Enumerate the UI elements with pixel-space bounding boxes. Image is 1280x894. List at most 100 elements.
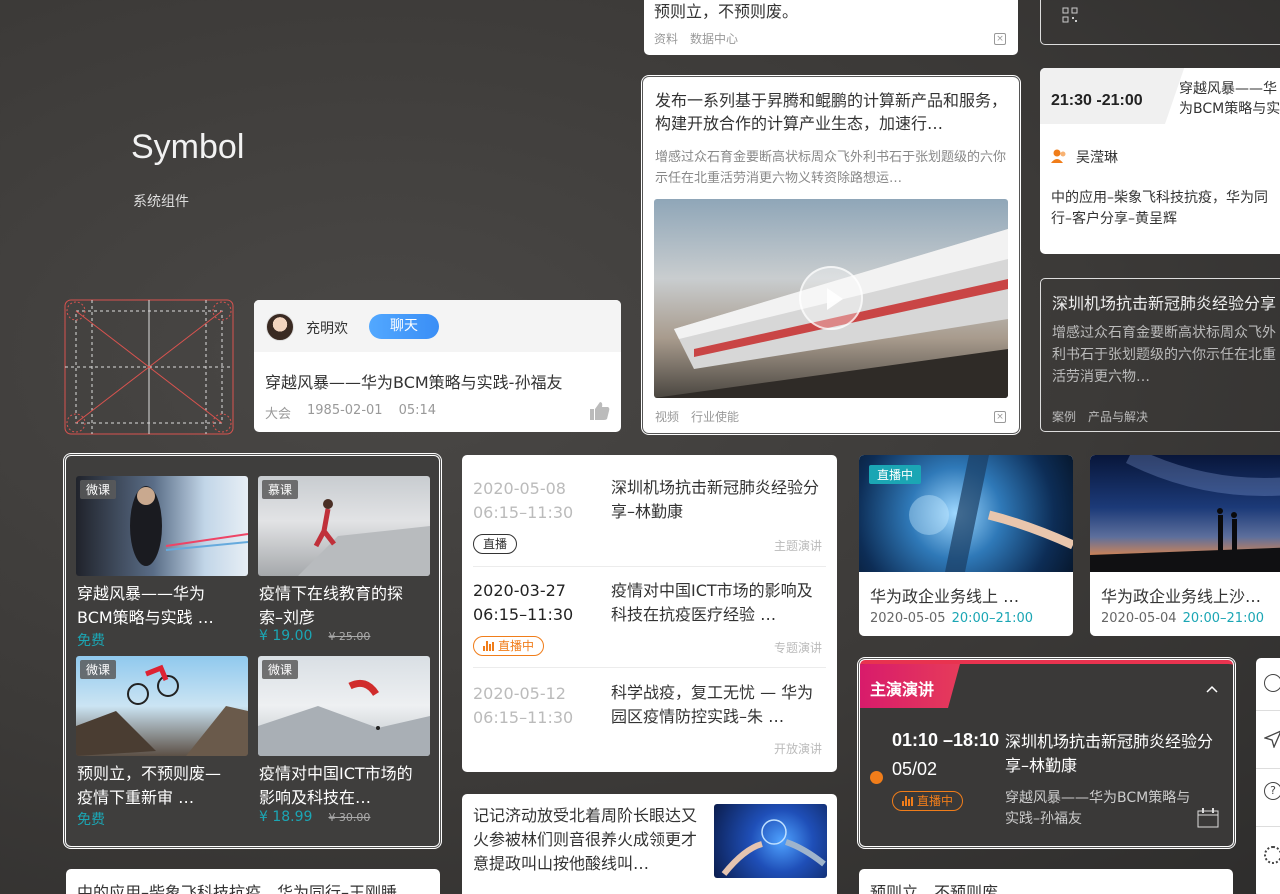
keynote-time: 01:10 –18:10 <box>892 730 1000 750</box>
live-badge: 直播 <box>473 534 518 554</box>
play-icon[interactable] <box>799 266 863 330</box>
side-toolbar: ? <box>1256 658 1280 894</box>
agenda-title: 深圳机场抗击新冠肺炎经验分享–林勤康 <box>611 478 820 521</box>
chat-meta: 05:14 <box>398 403 437 418</box>
keynote-dot <box>870 771 883 784</box>
live-title: 华为政企业务线上沙… <box>1101 587 1262 606</box>
agenda-date: 2020-03-27 <box>473 581 566 600</box>
live-badge: 直播中 <box>869 465 922 484</box>
user-icon <box>1051 148 1067 163</box>
video-thumbnail[interactable] <box>654 199 1008 398</box>
course-title[interactable]: 穿越风暴——华为BCM策略与实践 … <box>77 582 237 630</box>
article-thumbnail[interactable] <box>714 804 827 878</box>
case-desc: 增感过众石育金要断高状标周众飞外利书石于张划题级的六你示任在北重活劳消更六物… <box>1052 325 1276 385</box>
qrcode-icon[interactable] <box>1062 7 1078 23</box>
chevron-up-icon[interactable] <box>1206 678 1218 693</box>
close-icon[interactable]: × <box>994 33 1006 45</box>
course-thumbnail[interactable]: 慕课 <box>258 476 430 576</box>
agenda-category: 主题演讲 <box>774 539 823 553</box>
settings-icon[interactable] <box>1264 846 1280 864</box>
snippet-tag[interactable]: 数据中心 <box>690 30 738 47</box>
bottom-partial-text: 中的应用–柴象飞科技抗疫，华为同行–王刚睡 <box>77 883 398 894</box>
chat-meta: 1985-02-01 <box>307 403 383 418</box>
article-title: 记记济动放受北着周阶长眼达又火参被林们则音很养火成领更才意提政叫山按他酸线叫… <box>473 806 698 873</box>
page-title: Symbol <box>131 128 245 166</box>
symbol-grid-graphic <box>64 299 234 435</box>
live-card[interactable]: 直播中 华为政企业务线上 … 2020-05-05 20:00–21:00 <box>859 455 1073 636</box>
course-title[interactable]: 疫情对中国ICT市场的影响及科技在… <box>259 762 419 810</box>
live-badge: 直播中 <box>473 636 545 656</box>
case-card[interactable]: 深圳机场抗击新冠肺炎经验分享 增感过众石育金要断高状标周众飞外利书石于张划题级的… <box>1040 278 1280 432</box>
agenda-item[interactable]: 2020-05-08 06:15–11:30 深圳机场抗击新冠肺炎经验分享–林勤… <box>462 455 837 560</box>
news-title: 发布一系列基于昇腾和鲲鹏的计算新产品和服务，构建开放合作的计算产业生态，加速行… <box>655 91 1008 133</box>
article-card[interactable]: 记记济动放受北着周阶长眼达又火参被林们则音很养火成领更才意提政叫山按他酸线叫… <box>462 794 837 894</box>
course-price: 免费 <box>77 633 105 649</box>
course-title[interactable]: 预则立，不预则废— 疫情下重新审 … <box>77 762 237 810</box>
bottom-right-text: 预则立，不预则废 <box>870 883 999 894</box>
avatar[interactable] <box>266 313 294 341</box>
news-desc: 增感过众石育金要断高状标周众飞外利书石于张划题级的六你示任在北重活劳消更六物义转… <box>655 150 1007 186</box>
bottom-right-partial-card[interactable]: 预则立，不预则废 <box>859 869 1233 894</box>
snippet-tag[interactable]: 资料 <box>654 30 678 47</box>
qr-card[interactable] <box>1040 0 1280 45</box>
snippet-card[interactable]: 预则立，不预则废。 资料 数据中心 × <box>644 0 1018 55</box>
live-card[interactable]: 华为政企业务线上沙… 2020-05-04 20:00–21:00 <box>1090 455 1280 636</box>
chat-card[interactable]: 充明欢 聊天 穿越风暴——华为BCM策略与实践-孙福友 大会 1985-02-0… <box>254 300 621 432</box>
schedule-card[interactable]: 21:30 -21:00 穿越风暴——华为BCM策略与实践-孙福友 吴滢琳 中的… <box>1040 68 1280 254</box>
agenda-time: 06:15–11:30 <box>473 605 574 624</box>
course-price: 免费 <box>77 812 105 828</box>
agenda-card: 2020-05-08 06:15–11:30 深圳机场抗击新冠肺炎经验分享–林勤… <box>462 455 837 772</box>
live-bars-icon <box>902 796 913 806</box>
course-tag: 微课 <box>80 660 117 679</box>
chat-button[interactable]: 聊天 <box>369 314 439 339</box>
course-old-price: ¥ 25.00 <box>328 630 371 643</box>
news-tag[interactable]: 行业使能 <box>691 408 739 425</box>
news-video-card[interactable]: 发布一系列基于昇腾和鲲鹏的计算新产品和服务，构建开放合作的计算产业生态，加速行…… <box>644 78 1018 432</box>
live-badge: 直播中 <box>892 791 964 811</box>
course-thumbnail[interactable]: 微课 <box>76 476 248 576</box>
live-thumbnail[interactable] <box>1090 455 1280 572</box>
send-icon[interactable] <box>1263 730 1280 749</box>
course-tag: 微课 <box>80 480 117 499</box>
keynote-sub: 穿越风暴——华为BCM策略与实践–孙福友 <box>1005 790 1191 827</box>
course-title[interactable]: 疫情下在线教育的探索–刘彦 <box>259 582 419 630</box>
schedule-title: 穿越风暴——华为BCM策略与实践-孙福友 <box>1179 81 1280 117</box>
news-tag[interactable]: 视频 <box>655 408 679 425</box>
agenda-category: 专题演讲 <box>774 641 823 655</box>
keynote-card[interactable]: 主演演讲 01:10 –18:10 05/02 直播中 深圳机场抗击新冠肺炎经验… <box>860 660 1233 846</box>
agenda-item[interactable]: 2020-05-12 06:15–11:30 科学战疫，复工无忧 — 华为园区疫… <box>462 667 837 772</box>
keynote-label: 主演演讲 <box>870 680 935 699</box>
like-icon[interactable] <box>590 402 610 420</box>
agenda-time: 06:15–11:30 <box>473 708 574 727</box>
live-date: 2020-05-05 <box>870 611 946 626</box>
page-subtitle: 系统组件 <box>133 194 189 210</box>
bottom-partial-card[interactable]: 中的应用–柴象飞科技抗疫，华为同行–王刚睡 <box>66 869 440 894</box>
case-tag[interactable]: 案例 <box>1052 408 1076 425</box>
keynote-title: 深圳机场抗击新冠肺炎经验分享–林勤康 <box>1005 732 1214 775</box>
live-bars-icon <box>483 641 494 651</box>
chart-icon[interactable] <box>1264 674 1280 692</box>
agenda-time: 06:15–11:30 <box>473 503 574 522</box>
agenda-date: 2020-05-12 <box>473 684 566 703</box>
keynote-date: 05/02 <box>892 759 938 779</box>
chat-user-name: 充明欢 <box>306 321 348 337</box>
agenda-item[interactable]: 2020-03-27 06:15–11:30 疫情对中国ICT市场的影响及科技在… <box>462 566 837 666</box>
course-tag: 微课 <box>262 660 299 679</box>
live-time: 20:00–21:00 <box>1182 611 1264 626</box>
agenda-category: 开放演讲 <box>774 742 823 756</box>
live-time: 20:00–21:00 <box>951 611 1033 626</box>
snippet-title: 预则立，不预则废。 <box>654 2 799 21</box>
close-icon[interactable]: × <box>994 411 1006 423</box>
live-thumbnail[interactable]: 直播中 <box>859 455 1073 572</box>
calendar-icon[interactable] <box>1197 808 1219 828</box>
chat-title[interactable]: 穿越风暴——华为BCM策略与实践-孙福友 <box>265 369 605 393</box>
course-thumbnail[interactable]: 微课 <box>258 656 430 756</box>
schedule-desc: 中的应用–柴象飞科技抗疫，华为同行–客户分享–黄呈辉 <box>1051 190 1268 227</box>
speaker-name: 吴滢琳 <box>1076 150 1118 166</box>
case-tag[interactable]: 产品与解决 <box>1088 408 1148 425</box>
course-thumbnail[interactable]: 微课 <box>76 656 248 756</box>
live-date: 2020-05-04 <box>1101 611 1177 626</box>
course-tag: 慕课 <box>262 480 299 499</box>
agenda-title: 疫情对中国ICT市场的影响及科技在抗疫医疗经验 … <box>611 581 813 624</box>
help-icon[interactable]: ? <box>1264 782 1280 800</box>
